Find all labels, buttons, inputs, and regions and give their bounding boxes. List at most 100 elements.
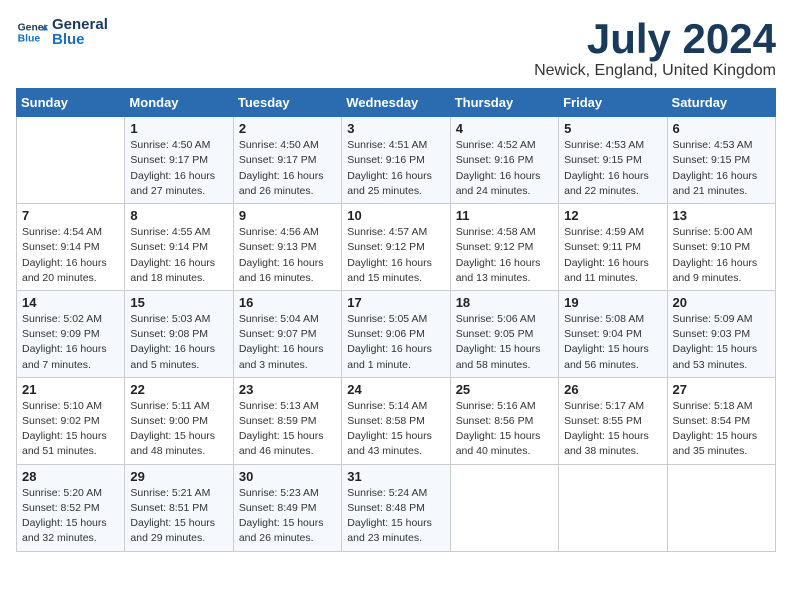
- day-info-1-4: Sunrise: 4:58 AM Sunset: 9:12 PM Dayligh…: [456, 225, 553, 286]
- day-number-4-0: 28: [22, 469, 119, 484]
- day-number-3-4: 25: [456, 382, 553, 397]
- header: General Blue General Blue July 2024 Newi…: [16, 16, 776, 80]
- logo-blue: Blue: [52, 31, 108, 48]
- cell-2-4: 18 Sunrise: 5:06 AM Sunset: 9:05 PM Dayli…: [450, 290, 558, 377]
- day-number-2-6: 20: [673, 295, 770, 310]
- cell-0-1: 1 Sunrise: 4:50 AM Sunset: 9:17 PM Daylig…: [125, 117, 233, 204]
- cell-3-1: 22Sunrise: 5:11 AM Sunset: 9:00 PM Dayli…: [125, 377, 233, 464]
- cell-4-6: [667, 464, 775, 551]
- day-info-3-4: Sunrise: 5:16 AM Sunset: 8:56 PM Dayligh…: [456, 399, 553, 460]
- day-number-0-3: 3: [347, 121, 444, 136]
- day-number-0-4: 4: [456, 121, 553, 136]
- day-number-1-2: 9: [239, 208, 336, 223]
- day-info-1-1: Sunrise: 4:55 AM Sunset: 9:14 PM Dayligh…: [130, 225, 227, 286]
- calendar-table: Sunday Monday Tuesday Wednesday Thursday…: [16, 88, 776, 551]
- location: Newick, England, United Kingdom: [534, 62, 776, 80]
- cell-0-3: 3 Sunrise: 4:51 AM Sunset: 9:16 PM Daylig…: [342, 117, 450, 204]
- header-friday: Friday: [559, 89, 667, 117]
- day-info-3-5: Sunrise: 5:17 AM Sunset: 8:55 PM Dayligh…: [564, 399, 661, 460]
- day-number-4-2: 30: [239, 469, 336, 484]
- day-info-1-2: Sunrise: 4:56 AM Sunset: 9:13 PM Dayligh…: [239, 225, 336, 286]
- month-title: July 2024: [534, 16, 776, 62]
- header-wednesday: Wednesday: [342, 89, 450, 117]
- header-thursday: Thursday: [450, 89, 558, 117]
- svg-text:Blue: Blue: [18, 34, 41, 45]
- day-info-2-1: Sunrise: 5:03 AM Sunset: 9:08 PM Dayligh…: [130, 312, 227, 373]
- cell-2-3: 17Sunrise: 5:05 AM Sunset: 9:06 PM Dayli…: [342, 290, 450, 377]
- day-info-2-2: Sunrise: 5:04 AM Sunset: 9:07 PM Dayligh…: [239, 312, 336, 373]
- cell-0-5: 5Sunrise: 4:53 AM Sunset: 9:15 PM Daylig…: [559, 117, 667, 204]
- day-number-1-4: 11: [456, 208, 553, 223]
- day-info-0-5: Sunrise: 4:53 AM Sunset: 9:15 PM Dayligh…: [564, 138, 661, 199]
- cell-1-3: 10Sunrise: 4:57 AM Sunset: 9:12 PM Dayli…: [342, 204, 450, 291]
- day-info-2-4: Sunrise: 5:06 AM Sunset: 9:05 PM Dayligh…: [456, 312, 553, 373]
- cell-0-2: 2 Sunrise: 4:50 AM Sunset: 9:17 PM Daylig…: [233, 117, 341, 204]
- day-number-2-1: 15: [130, 295, 227, 310]
- day-number-0-2: 2: [239, 121, 336, 136]
- day-number-1-5: 12: [564, 208, 661, 223]
- day-number-3-2: 23: [239, 382, 336, 397]
- cell-0-6: 6Sunrise: 4:53 AM Sunset: 9:15 PM Daylig…: [667, 117, 775, 204]
- week-row-1: 7Sunrise: 4:54 AM Sunset: 9:14 PM Daylig…: [17, 204, 776, 291]
- cell-2-2: 16 Sunrise: 5:04 AM Sunset: 9:07 PM Dayli…: [233, 290, 341, 377]
- cell-1-6: 13 Sunrise: 5:00 AM Sunset: 9:10 PM Dayli…: [667, 204, 775, 291]
- header-monday: Monday: [125, 89, 233, 117]
- day-info-2-0: Sunrise: 5:02 AM Sunset: 9:09 PM Dayligh…: [22, 312, 119, 373]
- cell-1-1: 8 Sunrise: 4:55 AM Sunset: 9:14 PM Daylig…: [125, 204, 233, 291]
- cell-3-4: 25 Sunrise: 5:16 AM Sunset: 8:56 PM Dayli…: [450, 377, 558, 464]
- cell-0-0: [17, 117, 125, 204]
- day-info-3-3: Sunrise: 5:14 AM Sunset: 8:58 PM Dayligh…: [347, 399, 444, 460]
- day-number-0-1: 1: [130, 121, 227, 136]
- cell-3-6: 27 Sunrise: 5:18 AM Sunset: 8:54 PM Dayli…: [667, 377, 775, 464]
- day-info-2-5: Sunrise: 5:08 AM Sunset: 9:04 PM Dayligh…: [564, 312, 661, 373]
- cell-3-2: 23Sunrise: 5:13 AM Sunset: 8:59 PM Dayli…: [233, 377, 341, 464]
- cell-4-3: 31Sunrise: 5:24 AM Sunset: 8:48 PM Dayli…: [342, 464, 450, 551]
- day-number-2-5: 19: [564, 295, 661, 310]
- cell-2-1: 15 Sunrise: 5:03 AM Sunset: 9:08 PM Dayli…: [125, 290, 233, 377]
- day-number-3-1: 22: [130, 382, 227, 397]
- header-row: Sunday Monday Tuesday Wednesday Thursday…: [17, 89, 776, 117]
- day-number-3-0: 21: [22, 382, 119, 397]
- day-info-0-3: Sunrise: 4:51 AM Sunset: 9:16 PM Dayligh…: [347, 138, 444, 199]
- header-saturday: Saturday: [667, 89, 775, 117]
- day-number-3-5: 26: [564, 382, 661, 397]
- day-number-3-3: 24: [347, 382, 444, 397]
- day-info-0-1: Sunrise: 4:50 AM Sunset: 9:17 PM Dayligh…: [130, 138, 227, 199]
- day-number-1-1: 8: [130, 208, 227, 223]
- day-info-2-6: Sunrise: 5:09 AM Sunset: 9:03 PM Dayligh…: [673, 312, 770, 373]
- day-info-3-6: Sunrise: 5:18 AM Sunset: 8:54 PM Dayligh…: [673, 399, 770, 460]
- cell-4-4: [450, 464, 558, 551]
- header-sunday: Sunday: [17, 89, 125, 117]
- day-info-4-1: Sunrise: 5:21 AM Sunset: 8:51 PM Dayligh…: [130, 486, 227, 547]
- cell-2-5: 19 Sunrise: 5:08 AM Sunset: 9:04 PM Dayli…: [559, 290, 667, 377]
- cell-1-4: 11 Sunrise: 4:58 AM Sunset: 9:12 PM Dayli…: [450, 204, 558, 291]
- day-info-1-6: Sunrise: 5:00 AM Sunset: 9:10 PM Dayligh…: [673, 225, 770, 286]
- day-info-1-3: Sunrise: 4:57 AM Sunset: 9:12 PM Dayligh…: [347, 225, 444, 286]
- day-info-0-2: Sunrise: 4:50 AM Sunset: 9:17 PM Dayligh…: [239, 138, 336, 199]
- day-number-4-3: 31: [347, 469, 444, 484]
- day-number-2-0: 14: [22, 295, 119, 310]
- logo-icon: General Blue: [16, 16, 48, 48]
- logo: General Blue General Blue: [16, 16, 108, 48]
- week-row-0: 1 Sunrise: 4:50 AM Sunset: 9:17 PM Daylig…: [17, 117, 776, 204]
- day-info-2-3: Sunrise: 5:05 AM Sunset: 9:06 PM Dayligh…: [347, 312, 444, 373]
- day-info-1-0: Sunrise: 4:54 AM Sunset: 9:14 PM Dayligh…: [22, 225, 119, 286]
- day-number-1-6: 13: [673, 208, 770, 223]
- day-number-3-6: 27: [673, 382, 770, 397]
- day-number-2-2: 16: [239, 295, 336, 310]
- cell-4-2: 30Sunrise: 5:23 AM Sunset: 8:49 PM Dayli…: [233, 464, 341, 551]
- cell-0-4: 4Sunrise: 4:52 AM Sunset: 9:16 PM Daylig…: [450, 117, 558, 204]
- cell-2-0: 14 Sunrise: 5:02 AM Sunset: 9:09 PM Dayli…: [17, 290, 125, 377]
- day-number-2-4: 18: [456, 295, 553, 310]
- cell-3-3: 24 Sunrise: 5:14 AM Sunset: 8:58 PM Dayli…: [342, 377, 450, 464]
- day-info-3-0: Sunrise: 5:10 AM Sunset: 9:02 PM Dayligh…: [22, 399, 119, 460]
- cell-3-0: 21 Sunrise: 5:10 AM Sunset: 9:02 PM Dayli…: [17, 377, 125, 464]
- cell-1-2: 9 Sunrise: 4:56 AM Sunset: 9:13 PM Daylig…: [233, 204, 341, 291]
- cell-1-0: 7Sunrise: 4:54 AM Sunset: 9:14 PM Daylig…: [17, 204, 125, 291]
- day-number-4-1: 29: [130, 469, 227, 484]
- day-info-4-0: Sunrise: 5:20 AM Sunset: 8:52 PM Dayligh…: [22, 486, 119, 547]
- cell-3-5: 26 Sunrise: 5:17 AM Sunset: 8:55 PM Dayli…: [559, 377, 667, 464]
- day-info-1-5: Sunrise: 4:59 AM Sunset: 9:11 PM Dayligh…: [564, 225, 661, 286]
- week-row-4: 28 Sunrise: 5:20 AM Sunset: 8:52 PM Dayli…: [17, 464, 776, 551]
- cell-4-0: 28 Sunrise: 5:20 AM Sunset: 8:52 PM Dayli…: [17, 464, 125, 551]
